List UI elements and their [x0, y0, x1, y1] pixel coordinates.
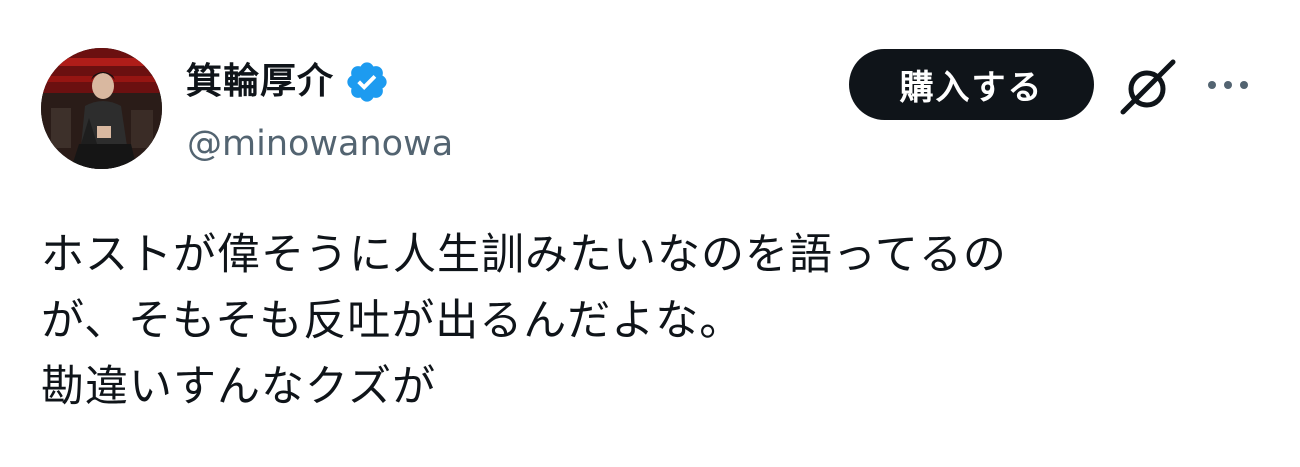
- more-icon[interactable]: [1203, 70, 1253, 100]
- display-name[interactable]: 箕輪厚介: [186, 58, 334, 106]
- user-handle[interactable]: @minowanowa: [187, 121, 453, 167]
- tweet-text: ホストが偉そうに人生訓みたいなのを語ってるの が、そもそも反吐が出るんだよな。 …: [41, 222, 1007, 420]
- tweet-line: 勘違いすんなクズが: [41, 362, 437, 412]
- grok-icon[interactable]: [1117, 56, 1179, 118]
- avatar-image: [41, 48, 162, 169]
- buy-button[interactable]: 購入する: [849, 49, 1094, 120]
- verified-badge-icon[interactable]: [344, 59, 390, 105]
- tweet-line: ホストが偉そうに人生訓みたいなのを語ってるの: [41, 230, 1007, 280]
- tweet-line: が、そもそも反吐が出るんだよな。: [41, 296, 744, 346]
- avatar[interactable]: [41, 48, 162, 169]
- author-row: 箕輪厚介: [186, 58, 390, 106]
